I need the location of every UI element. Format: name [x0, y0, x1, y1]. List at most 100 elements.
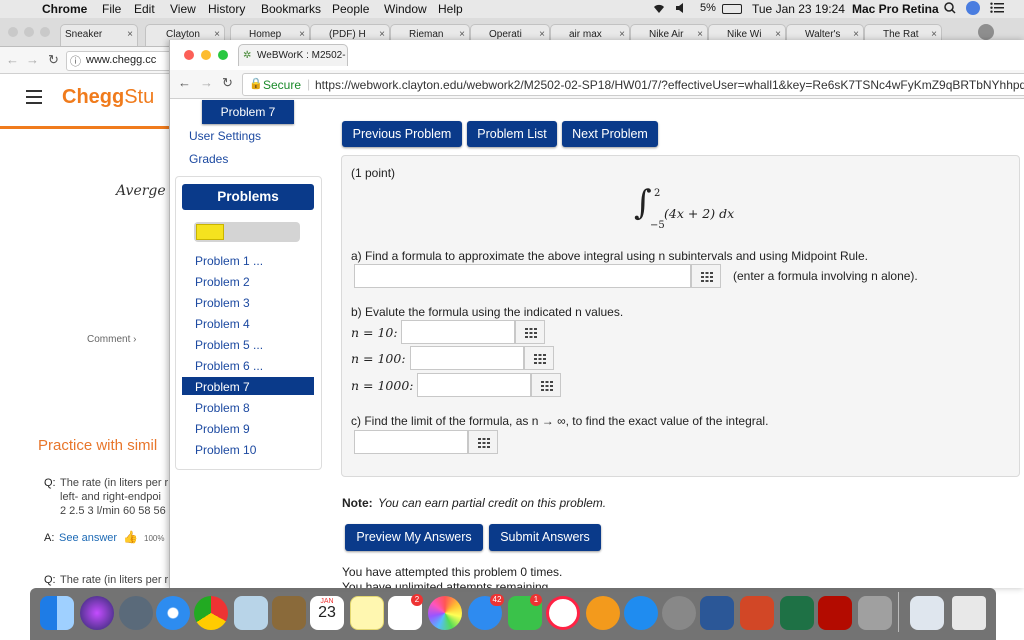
- url-field[interactable]: 🔒 Secure | https://webwork.clayton.edu/w…: [242, 73, 1024, 96]
- close-window-icon[interactable]: [184, 50, 194, 60]
- problem-link-1[interactable]: Problem 1 ...: [195, 254, 263, 268]
- user-name[interactable]: Mac Pro Retina: [852, 2, 939, 16]
- minimize-window-icon[interactable]: [201, 50, 211, 60]
- answer-n100-input[interactable]: [410, 346, 524, 370]
- zoom-window-icon[interactable]: [40, 27, 50, 37]
- battery-icon[interactable]: [722, 4, 742, 14]
- zoom-window-icon[interactable]: [218, 50, 228, 60]
- answer-n10-input[interactable]: [401, 320, 515, 344]
- system-preferences-icon[interactable]: [662, 596, 696, 630]
- problem-link-9[interactable]: Problem 9: [195, 422, 250, 436]
- question-label: Q:: [44, 574, 56, 586]
- chegg-logo[interactable]: CheggStu: [62, 86, 154, 109]
- problem-link-4[interactable]: Problem 4: [195, 317, 250, 331]
- question-text-line[interactable]: The rate (in liters per r: [60, 477, 168, 489]
- menu-file[interactable]: File: [102, 2, 121, 16]
- word-icon[interactable]: [700, 596, 734, 630]
- itunes-icon[interactable]: [546, 596, 580, 630]
- menu-edit[interactable]: Edit: [134, 2, 155, 16]
- thumbs-up-icon[interactable]: 👍: [123, 530, 138, 544]
- profile-icon[interactable]: [978, 24, 994, 40]
- menu-window[interactable]: Window: [384, 2, 427, 16]
- question-text-line[interactable]: The rate (in liters per r: [60, 574, 168, 586]
- part-c-text: c) Find the limit of the formula, as n →…: [351, 414, 769, 428]
- close-window-icon[interactable]: [8, 27, 18, 37]
- clock[interactable]: Tue Jan 23 19:24: [752, 2, 845, 16]
- answer-n1000-input[interactable]: [417, 373, 531, 397]
- calendar-icon[interactable]: JAN 23: [310, 596, 344, 630]
- siri-icon[interactable]: [80, 596, 114, 630]
- see-answer-link[interactable]: See answer: [59, 532, 117, 544]
- back-arrow-icon[interactable]: ←: [6, 52, 19, 67]
- answer-c-input[interactable]: [354, 430, 468, 454]
- messages-badge: 42: [490, 594, 504, 606]
- forward-arrow-icon[interactable]: →: [200, 75, 213, 90]
- volume-icon[interactable]: [675, 2, 685, 17]
- excel-icon[interactable]: [780, 596, 814, 630]
- ibooks-icon[interactable]: [586, 596, 620, 630]
- tab-sneaker[interactable]: Sneaker ×: [60, 24, 138, 46]
- mail-icon[interactable]: [234, 596, 268, 630]
- grades-link[interactable]: Grades: [189, 152, 228, 166]
- problem-link-6[interactable]: Problem 6 ...: [195, 359, 263, 373]
- equation-editor-button[interactable]: [468, 430, 498, 454]
- siri-icon[interactable]: [966, 1, 980, 15]
- tab-webwork[interactable]: ✲ WeBWorK : M2502-02-SP18: [238, 44, 348, 83]
- minimize-window-icon[interactable]: [24, 27, 34, 37]
- downloads-stack-icon[interactable]: [910, 596, 944, 630]
- problem-link-2[interactable]: Problem 2: [195, 275, 250, 289]
- chrome-icon[interactable]: [194, 596, 228, 630]
- preview-answers-button[interactable]: Preview My Answers: [345, 524, 483, 551]
- problem-link-7[interactable]: Problem 7: [195, 380, 250, 394]
- menu-history[interactable]: History: [208, 2, 245, 16]
- calculator-icon[interactable]: [858, 596, 892, 630]
- question-text-line[interactable]: left- and right-endpoi: [60, 491, 161, 503]
- safari-icon[interactable]: [156, 596, 190, 630]
- previous-problem-button[interactable]: Previous Problem: [342, 121, 462, 147]
- next-problem-button[interactable]: Next Problem: [562, 121, 658, 147]
- forward-arrow-icon[interactable]: →: [26, 52, 39, 67]
- app-store-icon[interactable]: [624, 596, 658, 630]
- trash-icon[interactable]: [952, 596, 986, 630]
- menu-bookmarks[interactable]: Bookmarks: [261, 2, 321, 16]
- powerpoint-icon[interactable]: [740, 596, 774, 630]
- hamburger-menu-icon[interactable]: [26, 90, 42, 107]
- finder-icon[interactable]: [40, 596, 74, 630]
- address-bar: ← → ↻ 🔒 Secure | https://webwork.clayton…: [170, 70, 1024, 99]
- problem-link-3[interactable]: Problem 3: [195, 296, 250, 310]
- submit-answers-button[interactable]: Submit Answers: [489, 524, 601, 551]
- question-text-line[interactable]: 2 2.5 3 l/min 60 58 56: [60, 505, 166, 517]
- menu-view[interactable]: View: [170, 2, 196, 16]
- part-a-text: a) Find a formula to approximate the abo…: [351, 249, 868, 263]
- problem-link-5[interactable]: Problem 5 ...: [195, 338, 263, 352]
- contacts-icon[interactable]: [272, 596, 306, 630]
- answer-label: A:: [44, 532, 55, 544]
- menu-chrome[interactable]: Chrome: [42, 2, 87, 16]
- user-settings-link[interactable]: User Settings: [189, 129, 261, 143]
- answer-rating: 100%: [144, 534, 165, 543]
- wifi-icon[interactable]: [652, 2, 666, 17]
- photos-icon[interactable]: [428, 596, 462, 630]
- launchpad-icon[interactable]: [119, 596, 153, 630]
- spotlight-icon[interactable]: [944, 2, 956, 17]
- reload-icon[interactable]: ↻: [222, 75, 233, 91]
- comment-link[interactable]: Comment ›: [87, 334, 136, 345]
- menu-people[interactable]: People: [332, 2, 369, 16]
- background-url: www.chegg.cc: [86, 54, 157, 66]
- problem-list-button[interactable]: Problem List: [467, 121, 557, 147]
- problem-link-8[interactable]: Problem 8: [195, 401, 250, 415]
- answer-a-input[interactable]: [354, 264, 691, 288]
- close-icon[interactable]: ×: [127, 25, 133, 45]
- equation-editor-button[interactable]: [691, 264, 721, 288]
- menu-help[interactable]: Help: [438, 2, 463, 16]
- acrobat-icon[interactable]: [818, 596, 852, 630]
- reload-icon[interactable]: ↻: [48, 52, 59, 68]
- back-arrow-icon[interactable]: ←: [178, 75, 191, 90]
- equation-editor-button[interactable]: [524, 346, 554, 370]
- problem-link-10[interactable]: Problem 10: [195, 443, 256, 457]
- notification-center-icon[interactable]: [990, 2, 1004, 17]
- equation-editor-button[interactable]: [515, 320, 545, 344]
- equation-editor-button[interactable]: [531, 373, 561, 397]
- notes-icon[interactable]: [350, 596, 384, 630]
- integral-lower-limit: −5: [650, 220, 665, 231]
